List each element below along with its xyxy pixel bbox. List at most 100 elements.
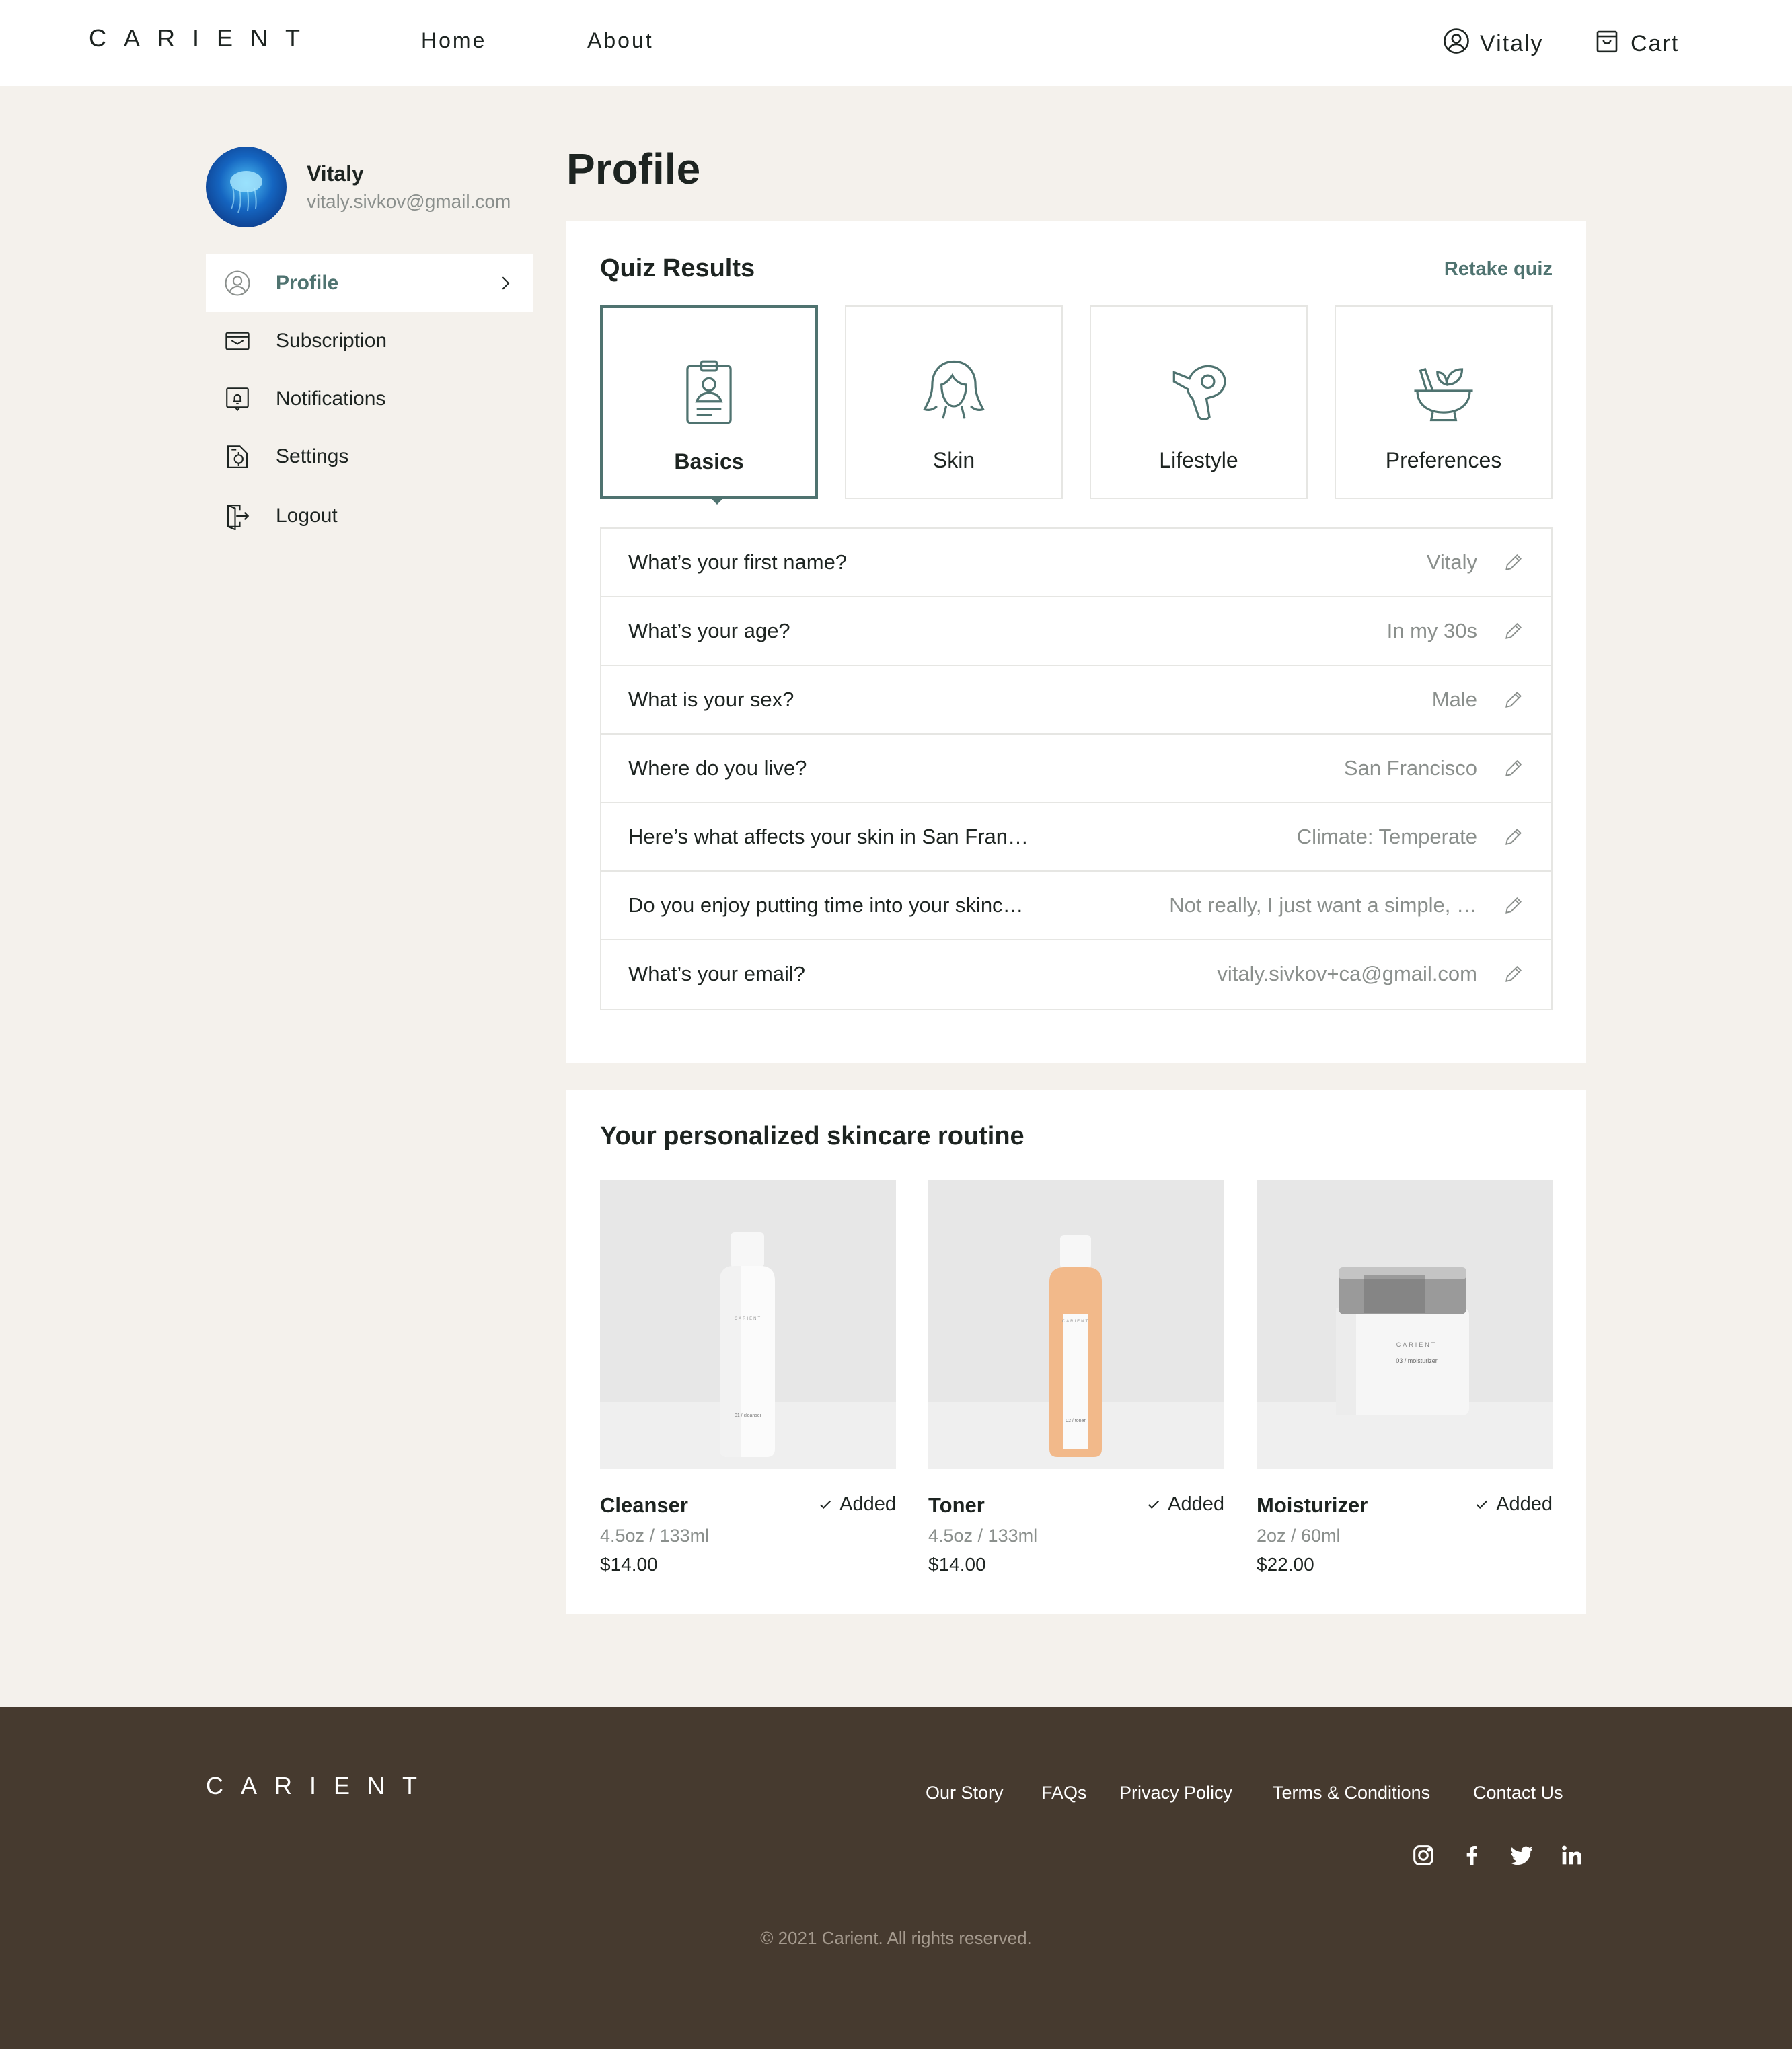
nav-home-link[interactable]: Home [421,28,486,53]
retake-quiz-link[interactable]: Retake quiz [1444,258,1553,281]
tab-skin[interactable]: Skin [845,305,1063,499]
footer-link-privacy-policy[interactable]: Privacy Policy [1119,1783,1232,1803]
product-price: $14.00 [600,1554,658,1575]
user-circle-icon [222,268,253,299]
added-status-button[interactable]: Added [1146,1493,1224,1516]
active-tab-pointer [709,496,725,505]
pencil-icon[interactable] [1503,895,1524,916]
tab-lifestyle[interactable]: Lifestyle [1090,305,1308,499]
pencil-icon[interactable] [1503,826,1524,848]
question-text: Do you enjoy putting time into your skin… [628,893,1024,917]
product-price: $22.00 [1257,1554,1314,1575]
sidebar-item-notifications[interactable]: Notifications [206,370,533,428]
subscription-box-icon [222,326,253,357]
pencil-icon[interactable] [1503,963,1524,985]
pencil-icon[interactable] [1503,552,1524,573]
product-card-cleanser[interactable]: CARIENT 01 / cleanser Cleanser Added 4.5… [600,1180,896,1575]
bottle-label-text: 01 / cleanser [735,1413,762,1418]
list-item: What is your sex? Male [601,666,1551,735]
skincare-routine-card: Your personalized skincare routine CARIE… [566,1090,1586,1614]
routine-title: Your personalized skincare routine [600,1122,1024,1150]
product-card-moisturizer[interactable]: CARIENT 03 / moisturizer Moisturizer Add… [1257,1180,1553,1575]
list-item: What’s your email? vitaly.sivkov+ca@gmai… [601,940,1551,1009]
twitter-icon[interactable] [1508,1842,1535,1869]
footer-link-faqs[interactable]: FAQs [1041,1783,1087,1803]
footer-link-contact-us[interactable]: Contact Us [1473,1783,1563,1803]
footer-link-terms[interactable]: Terms & Conditions [1273,1783,1430,1803]
quiz-answers-list: What’s your first name? Vitaly What’s yo… [600,527,1553,1010]
list-item: Do you enjoy putting time into your skin… [601,872,1551,940]
pencil-icon[interactable] [1503,620,1524,642]
quiz-results-card: Quiz Results Retake quiz Basics Skin Lif… [566,221,1586,1063]
tab-label: Skin [932,448,975,472]
list-item: Here’s what affects your skin in San Fra… [601,803,1551,872]
logout-icon [222,500,253,531]
shopping-bag-icon [1593,27,1621,61]
sidebar-item-settings[interactable]: Settings [206,428,533,486]
sidebar-item-label: Subscription [276,330,387,352]
question-text: What’s your first name? [628,550,848,574]
tab-basics[interactable]: Basics [600,305,818,499]
tab-label: Preferences [1385,448,1502,472]
question-text: What is your sex? [628,687,794,711]
chevron-right-icon [502,276,510,290]
list-item: What’s your first name? Vitaly [601,529,1551,597]
cart-button[interactable]: Cart [1593,27,1679,61]
pencil-icon[interactable] [1503,757,1524,779]
footer-logo[interactable]: CARIENT [206,1772,435,1800]
jar-brand-text: CARIENT [1396,1341,1438,1348]
product-image[interactable]: CARIENT 02 / toner [928,1180,1224,1469]
user-name: Vitaly [307,161,364,186]
page-title: Profile [566,145,701,193]
product-image[interactable]: CARIENT 03 / moisturizer [1257,1180,1553,1469]
instagram-icon[interactable] [1410,1842,1437,1869]
sidebar-item-logout[interactable]: Logout [206,487,533,545]
product-card-toner[interactable]: CARIENT 02 / toner Toner Added 4.5oz / 1… [928,1180,1224,1575]
hair-dryer-icon [1172,365,1226,420]
nav-about-link[interactable]: About [587,28,654,53]
user-email: vitaly.sivkov@gmail.com [307,191,511,212]
question-text: What’s your age? [628,619,790,642]
woman-face-icon [923,360,985,419]
added-label: Added [839,1493,896,1515]
product-name: Cleanser [600,1493,688,1517]
sidebar-item-subscription[interactable]: Subscription [206,312,533,370]
added-label: Added [1168,1493,1224,1515]
list-item: Where do you live? San Francisco [601,735,1551,803]
footer-link-our-story[interactable]: Our Story [926,1783,1004,1803]
list-item: What’s your age? In my 30s [601,597,1551,666]
tab-preferences[interactable]: Preferences [1335,305,1553,499]
account-label: Vitaly [1480,31,1544,57]
avatar[interactable] [206,147,287,227]
user-circle-icon [1442,27,1470,61]
product-size: 4.5oz / 133ml [928,1526,1038,1546]
bottle-label-text: 02 / toner [1066,1419,1086,1423]
question-text: Here’s what affects your skin in San Fra… [628,825,1029,848]
sidebar-item-label: Profile [276,272,339,294]
checkmark-icon [820,1500,831,1509]
sidebar-item-label: Logout [276,505,338,527]
linkedin-icon[interactable] [1558,1842,1585,1869]
copyright-text: © 2021 Carient. All rights reserved. [760,1928,1032,1948]
sidebar-item-profile[interactable]: Profile [206,254,533,312]
added-status-button[interactable]: Added [818,1493,896,1516]
product-name: Moisturizer [1257,1493,1368,1517]
product-size: 4.5oz / 133ml [600,1526,710,1546]
facebook-icon[interactable] [1458,1842,1485,1869]
brand-logo[interactable]: CARIENT [89,24,318,52]
cart-label: Cart [1631,31,1680,57]
answer-text: In my 30s [1386,619,1477,642]
id-badge-icon [686,360,732,424]
answer-text: vitaly.sivkov+ca@gmail.com [1217,962,1477,985]
pencil-icon[interactable] [1503,689,1524,710]
top-navigation-bar: CARIENT Home About Vitaly Cart [0,0,1792,86]
product-size: 2oz / 60ml [1257,1526,1341,1546]
product-image[interactable]: CARIENT 01 / cleanser [600,1180,896,1469]
jar-label-text: 03 / moisturizer [1396,1357,1438,1364]
quiz-results-title: Quiz Results [600,254,755,283]
sidebar-item-label: Settings [276,445,349,468]
added-status-button[interactable]: Added [1474,1493,1553,1516]
account-menu-button[interactable]: Vitaly [1442,27,1544,61]
bell-icon [222,383,253,414]
answer-text: Vitaly [1426,550,1477,574]
